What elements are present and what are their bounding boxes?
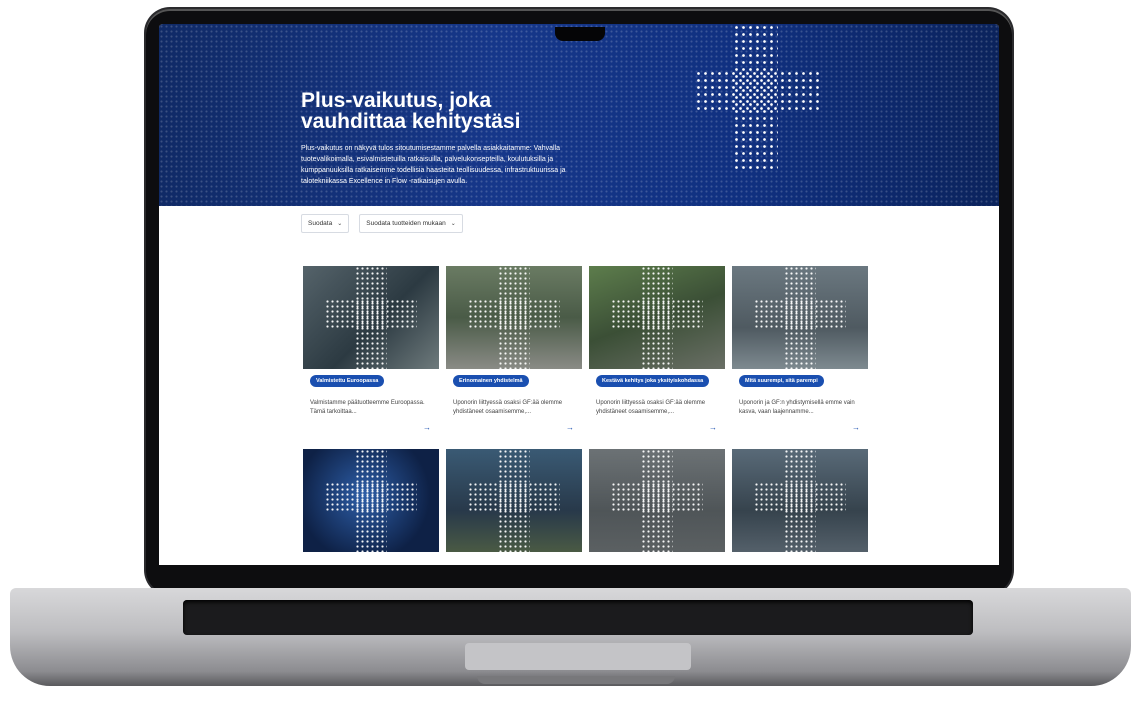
article-card[interactable] bbox=[732, 449, 868, 565]
hero-title: Plus-vaikutus, joka vauhdittaa kehitystä… bbox=[301, 89, 521, 133]
article-card[interactable] bbox=[589, 449, 725, 565]
filter-label: Suodata tuotteiden mukaan bbox=[366, 220, 446, 227]
article-card[interactable]: Valmistettu Euroopassa Valmistamme päätu… bbox=[303, 266, 439, 442]
card-excerpt: Uponorin ja GF:n yhdistymisellä emme vai… bbox=[739, 400, 855, 415]
card-grid: Valmistettu Euroopassa Valmistamme päätu… bbox=[303, 266, 869, 565]
card-image bbox=[732, 449, 868, 552]
card-tag: Valmistettu Euroopassa bbox=[310, 375, 385, 387]
filter-label: Suodata bbox=[308, 220, 333, 227]
camera-notch bbox=[555, 27, 605, 41]
plus-icon bbox=[695, 24, 819, 169]
card-tag: Erinomainen yhdistelmä bbox=[453, 375, 529, 387]
card-excerpt: Uponorin liittyessä osaksi GF:ää olemme … bbox=[596, 400, 706, 415]
filter-dropdown[interactable]: Suodata ⌄ bbox=[301, 214, 350, 233]
card-image bbox=[446, 266, 582, 369]
card-image bbox=[446, 449, 582, 552]
card-excerpt: Valmistamme päätuotteemme Euroopassa. Tä… bbox=[310, 400, 425, 415]
chevron-down-icon: ⌄ bbox=[450, 221, 456, 227]
card-image bbox=[303, 266, 439, 369]
article-card[interactable]: Erinomainen yhdistelmä Uponorin liittyes… bbox=[446, 266, 582, 442]
arrow-right-icon[interactable]: → bbox=[423, 423, 431, 432]
keyboard bbox=[183, 600, 973, 635]
arrow-right-icon[interactable]: → bbox=[709, 423, 717, 432]
chevron-down-icon: ⌄ bbox=[337, 221, 343, 227]
hero-description: Plus-vaikutus on näkyvä tulos sitoutumis… bbox=[301, 145, 566, 185]
trackpad bbox=[465, 643, 691, 670]
card-tag: Mitä suurempi, sitä parempi bbox=[739, 375, 824, 387]
card-image bbox=[589, 266, 725, 369]
card-image bbox=[589, 449, 725, 552]
laptop-front-lip bbox=[477, 676, 675, 684]
arrow-right-icon[interactable]: → bbox=[566, 423, 574, 432]
browser-screen: Plus-vaikutus, joka vauhdittaa kehitystä… bbox=[159, 24, 999, 565]
card-excerpt: Uponorin liittyessä osaksi GF:ää olemme … bbox=[453, 400, 563, 415]
article-card[interactable]: Kestävä kehitys joka yksityiskohdassa Up… bbox=[589, 266, 725, 442]
card-tag: Kestävä kehitys joka yksityiskohdassa bbox=[596, 375, 710, 387]
arrow-right-icon[interactable]: → bbox=[852, 423, 860, 432]
filter-bar: Suodata ⌄ Suodata tuotteiden mukaan ⌄ bbox=[301, 214, 463, 233]
card-image bbox=[303, 449, 439, 552]
article-card[interactable] bbox=[446, 449, 582, 565]
hero-banner: Plus-vaikutus, joka vauhdittaa kehitystä… bbox=[159, 24, 999, 206]
filter-by-products-dropdown[interactable]: Suodata tuotteiden mukaan ⌄ bbox=[359, 214, 463, 233]
card-image bbox=[732, 266, 868, 369]
article-card[interactable]: Mitä suurempi, sitä parempi Uponorin ja … bbox=[732, 266, 868, 442]
article-card[interactable] bbox=[303, 449, 439, 565]
